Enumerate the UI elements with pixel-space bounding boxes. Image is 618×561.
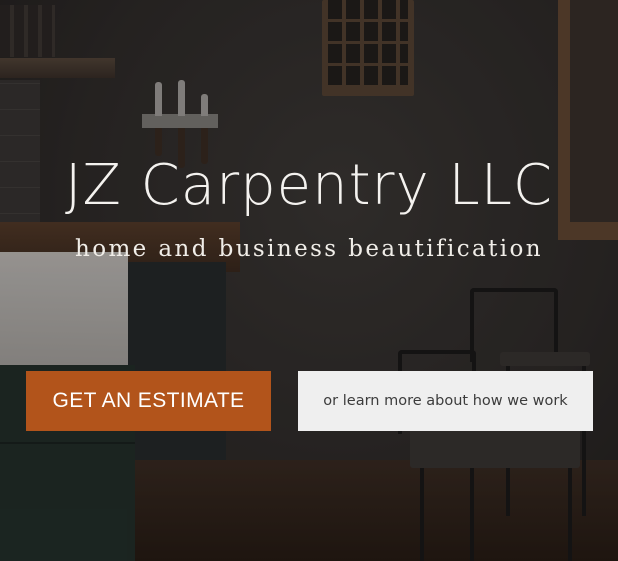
- hero-dark-overlay: [0, 0, 618, 561]
- get-estimate-button[interactable]: GET AN ESTIMATE: [26, 371, 271, 431]
- site-tagline: home and business beautification: [75, 236, 543, 262]
- hero-section: [0, 0, 618, 561]
- site-title: JZ Carpentry LLC: [64, 153, 554, 218]
- learn-more-button[interactable]: or learn more about how we work: [298, 371, 593, 431]
